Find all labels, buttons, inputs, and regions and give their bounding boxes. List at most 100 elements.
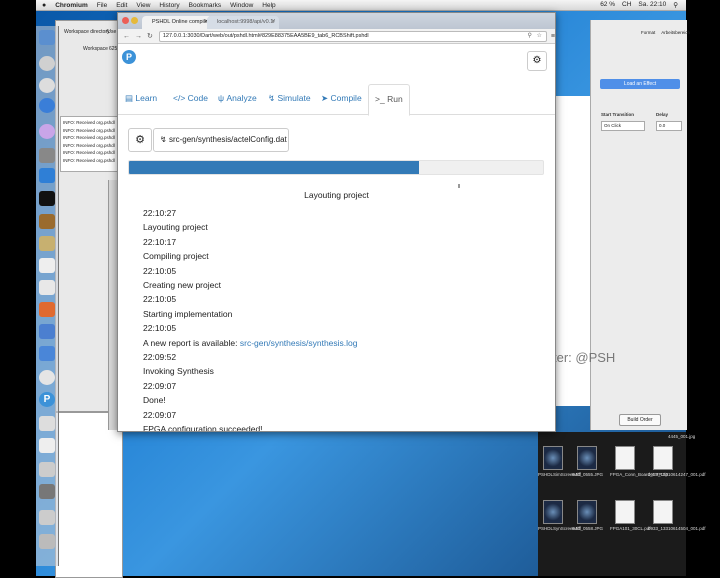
contacts-dock-icon[interactable] xyxy=(39,280,55,295)
menu-file[interactable]: File xyxy=(97,2,107,9)
report-link[interactable]: src-gen/synthesis/synthesis.log xyxy=(240,338,358,348)
settings-dock-icon[interactable] xyxy=(39,484,55,499)
menu-help[interactable]: Help xyxy=(262,2,275,9)
build-order-button[interactable]: Build Order xyxy=(619,414,661,426)
close-window-button[interactable] xyxy=(122,17,129,24)
reload-icon[interactable]: ↻ xyxy=(147,32,153,40)
config-path: src-gen/synthesis/actelConfig.dat xyxy=(168,135,287,144)
format-label[interactable]: Format xyxy=(641,30,655,35)
photos-dock-icon[interactable] xyxy=(39,148,55,163)
finder-file[interactable]: PSHDLSynScreen.tiff xyxy=(538,500,581,532)
log-text: 22:09:07 xyxy=(143,380,177,391)
finder-file[interactable]: IMG_0555.JPG xyxy=(572,446,603,478)
finder-file[interactable]: FPGA_Conn_Board_CTP.zip xyxy=(610,446,668,478)
log-text: 22:09:07 xyxy=(143,409,177,420)
apple-icon[interactable]: ● xyxy=(42,2,46,9)
settings-button[interactable]: ⚙ xyxy=(527,51,547,71)
xcode-dock-icon[interactable] xyxy=(39,346,55,361)
log-line: 22:10:05 xyxy=(143,321,543,335)
console-output: INFO: Received org.pshdl INFO: Received … xyxy=(60,116,124,172)
minimize-window-button[interactable] xyxy=(131,17,138,24)
menu-history[interactable]: History xyxy=(159,2,179,9)
log-line: 22:10:27 xyxy=(143,206,543,220)
workspace-toolbar-label[interactable]: Arbeitsbereich xyxy=(661,30,690,35)
finder-dock-icon[interactable] xyxy=(39,30,55,45)
finder-file[interactable]: PSHDLSimScreen.tiff xyxy=(538,446,581,478)
trash-dock-icon[interactable] xyxy=(39,534,55,549)
log-line: 22:09:07 xyxy=(143,408,543,422)
forward-icon[interactable]: → xyxy=(135,33,142,40)
book-dock-icon[interactable] xyxy=(39,214,55,229)
tab-learn[interactable]: ▤ Learn xyxy=(125,84,157,113)
slide-text: ter: @PSH xyxy=(553,350,616,365)
safari-dock-icon[interactable] xyxy=(39,56,55,71)
textedit-dock-icon[interactable] xyxy=(39,438,55,453)
tab-compile[interactable]: ➤ Compile xyxy=(321,84,362,113)
notes-dock-icon[interactable] xyxy=(39,236,55,251)
calendar-dock-icon[interactable] xyxy=(39,258,55,273)
config-file-button[interactable]: ↯ src-gen/synthesis/actelConfig.dat xyxy=(153,128,289,152)
search-icon[interactable]: ⚲ xyxy=(528,32,532,41)
appstore-dock-icon[interactable] xyxy=(39,98,55,113)
inspector-toolbar: Format Arbeitsbereich xyxy=(641,30,690,35)
gear-icon: ⚙ xyxy=(135,134,145,146)
menu-bookmarks[interactable]: Bookmarks xyxy=(189,2,222,9)
finder-file[interactable]: FPGA101_30CL.pdf xyxy=(610,500,651,532)
download-icon: ↯ xyxy=(160,135,167,144)
log-line: 22:09:52 xyxy=(143,350,543,364)
log-text: 22:10:05 xyxy=(143,265,177,276)
mail-dock-icon[interactable] xyxy=(39,168,55,183)
load-effect-button[interactable]: Load an Effect xyxy=(600,79,680,89)
keyboard-layout[interactable]: CH xyxy=(622,1,631,9)
app-dock-icon[interactable] xyxy=(39,416,55,431)
start-transition-select[interactable]: On Click xyxy=(601,121,645,131)
finder-file[interactable]: 0933_13310614504_001.pdf xyxy=(648,500,706,532)
tab-run[interactable]: >_ Run xyxy=(368,84,410,116)
downloads-dock-icon[interactable] xyxy=(39,510,55,525)
pshdl-dock-icon[interactable]: P xyxy=(39,392,55,407)
itunes-dock-icon[interactable] xyxy=(39,124,55,139)
tab-label: Code xyxy=(187,93,208,103)
menu-view[interactable]: View xyxy=(136,2,150,9)
clock[interactable]: Sa. 22:10 xyxy=(638,1,666,9)
back-icon[interactable]: ← xyxy=(123,33,130,40)
close-tab-icon[interactable]: × xyxy=(271,16,275,29)
finder-file[interactable]: IMG_0558.JPG xyxy=(572,500,603,532)
log-line: Starting implementation xyxy=(143,307,543,321)
tab-code[interactable]: </> Code xyxy=(173,84,208,113)
log-line: Done! xyxy=(143,393,543,407)
terminal-dock-icon[interactable] xyxy=(39,191,55,206)
keynote-dock-icon[interactable] xyxy=(39,302,55,317)
progress-bar xyxy=(128,160,544,175)
tab-label: Run xyxy=(387,94,403,104)
address-bar[interactable]: 127.0.0.1:3030/Dart/web/out/pshdl.html#8… xyxy=(158,30,547,42)
search-icon[interactable]: ⚲ xyxy=(673,1,678,9)
log-line: FPGA configuration succeeded! xyxy=(143,422,543,431)
log-line: 22:10:17 xyxy=(143,235,543,249)
pshdl-logo: P xyxy=(122,50,136,64)
app-dock-icon[interactable] xyxy=(39,462,55,477)
menu-window[interactable]: Window xyxy=(230,2,253,9)
delay-input[interactable]: 0.0 xyxy=(656,121,682,131)
preview-dock-icon[interactable] xyxy=(39,324,55,339)
browser-menu-icon[interactable]: ≡ xyxy=(551,33,555,40)
chromium-dock-icon[interactable] xyxy=(39,370,55,385)
tab-strip: PSHDL Online compiler× localhost:9998/ap… xyxy=(118,13,555,29)
browser-tab-active[interactable]: PSHDL Online compiler× xyxy=(142,16,212,29)
browser-tab[interactable]: localhost:9998/api/v0.1/× xyxy=(207,16,279,29)
finder-file[interactable]: 0659_13310614247_001.pdf xyxy=(648,446,706,478)
tab-analyze[interactable]: ψ Analyze xyxy=(218,84,257,113)
menu-edit[interactable]: Edit xyxy=(116,2,127,9)
battery-status[interactable]: 62 % xyxy=(600,1,615,9)
menu-app[interactable]: Chromium xyxy=(55,2,88,9)
log-text: 22:10:27 xyxy=(143,208,177,218)
tab-title: PSHDL Online compiler xyxy=(152,19,210,25)
config-settings-button[interactable]: ⚙ xyxy=(128,128,152,152)
clock-dock-icon[interactable] xyxy=(39,78,55,93)
tab-title: localhost:9998/api/v0.1/ xyxy=(217,19,275,25)
tab-simulate[interactable]: ↯ Simulate xyxy=(268,84,311,113)
bookmark-star-icon[interactable]: ☆ xyxy=(537,32,542,41)
browser-window: PSHDL Online compiler× localhost:9998/ap… xyxy=(117,12,556,432)
console-line: INFO: Received org.pshdl xyxy=(63,135,115,140)
delay-label: Delay xyxy=(656,112,669,117)
